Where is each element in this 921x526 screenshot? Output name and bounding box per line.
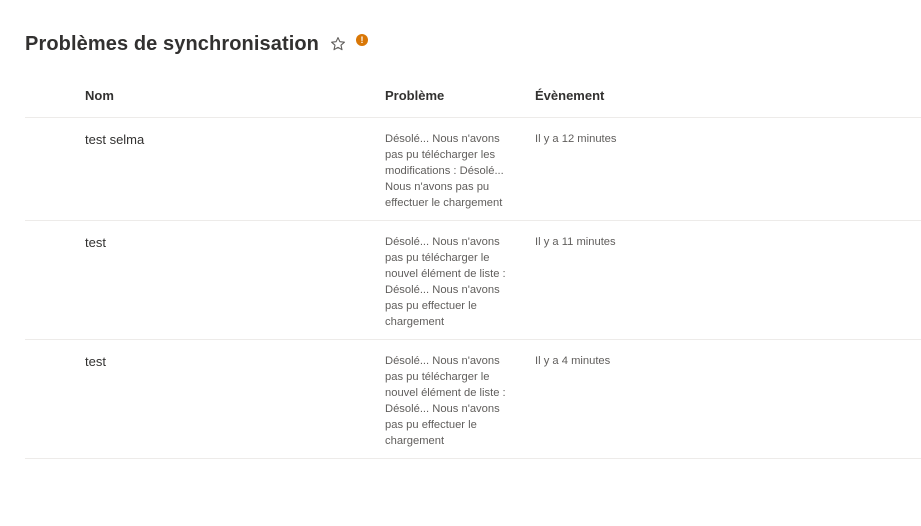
row-event: Il y a 12 minutes [535, 133, 617, 145]
row-name: test [85, 354, 106, 369]
table-header: Nom Problème Évènement [25, 80, 921, 118]
star-icon[interactable] [329, 35, 347, 53]
table-row[interactable]: test selma Désolé... Nous n'avons pas pu… [25, 118, 921, 221]
row-problem: Désolé... Nous n'avons pas pu télécharge… [385, 236, 506, 328]
row-event: Il y a 4 minutes [535, 355, 611, 367]
sync-issues-table: Nom Problème Évènement test selma Désolé… [25, 80, 921, 459]
sync-issues-page: Problèmes de synchronisation ! Nom Probl… [0, 0, 921, 526]
row-name: test [85, 235, 106, 250]
row-problem: Désolé... Nous n'avons pas pu télécharge… [385, 355, 506, 447]
column-header-event[interactable]: Évènement [535, 88, 604, 103]
row-problem: Désolé... Nous n'avons pas pu télécharge… [385, 133, 504, 209]
page-title: Problèmes de synchronisation [25, 32, 319, 55]
column-header-name[interactable]: Nom [85, 88, 114, 103]
title-row: Problèmes de synchronisation ! [25, 31, 368, 57]
table-row[interactable]: test Désolé... Nous n'avons pas pu téléc… [25, 221, 921, 340]
warning-icon[interactable]: ! [356, 34, 368, 46]
column-header-problem[interactable]: Problème [385, 88, 444, 103]
row-event: Il y a 11 minutes [535, 236, 616, 248]
row-name: test selma [85, 132, 145, 147]
table-row[interactable]: test Désolé... Nous n'avons pas pu téléc… [25, 340, 921, 459]
